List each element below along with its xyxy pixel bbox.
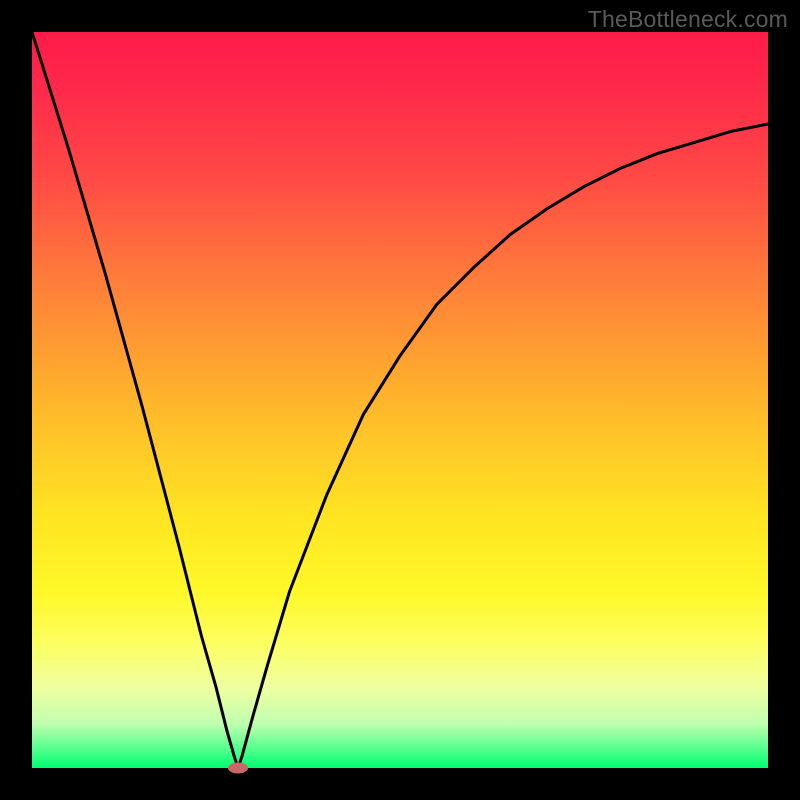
watermark-text: TheBottleneck.com	[588, 6, 788, 33]
bottleneck-curve	[32, 32, 768, 768]
minimum-marker	[228, 763, 248, 774]
